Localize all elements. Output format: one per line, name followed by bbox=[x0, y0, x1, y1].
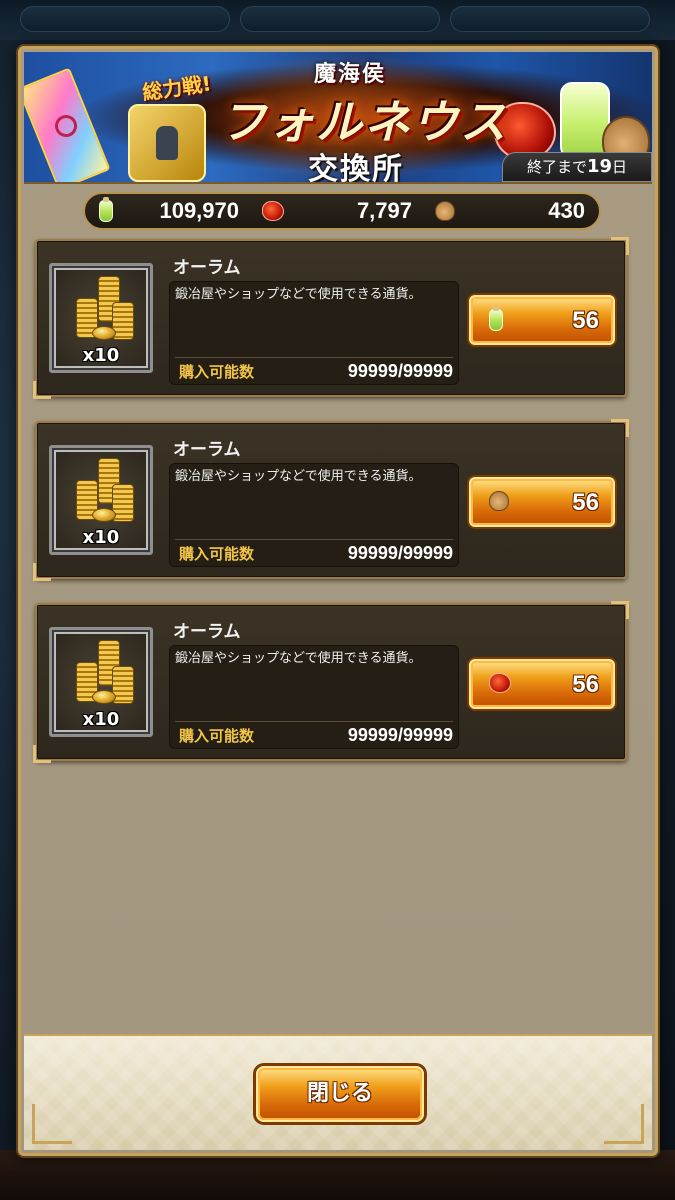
item-icon-gold-coins[interactable]: x10 bbox=[49, 627, 153, 737]
purchase-limit-label: 購入可能数 bbox=[179, 545, 255, 563]
exchange-cost: 56 bbox=[572, 307, 599, 334]
corner-ornament bbox=[33, 563, 51, 581]
corner-ornament bbox=[32, 1104, 72, 1144]
item-quantity: x10 bbox=[82, 527, 120, 548]
item-name: オーラム bbox=[173, 258, 241, 278]
item-quantity: x10 bbox=[82, 345, 120, 366]
item-name: オーラム bbox=[173, 622, 241, 642]
currency-bottle: 109,970 bbox=[99, 196, 239, 226]
corner-ornament bbox=[611, 419, 629, 437]
purchase-limit-value: 99999/99999 bbox=[347, 725, 453, 745]
item-icon-gold-coins[interactable]: x10 bbox=[49, 445, 153, 555]
item-description: 鍛冶屋やショップなどで使用できる通貨。 bbox=[175, 651, 422, 666]
purchase-limit-value: 99999/99999 bbox=[347, 361, 453, 381]
currency-red-stone: 7,797 bbox=[262, 196, 412, 226]
days-remaining-suffix: 日 bbox=[612, 158, 628, 176]
banner-subtitle: 交換所 bbox=[308, 152, 404, 184]
gold-coins-icon bbox=[70, 458, 140, 530]
corner-ornament bbox=[604, 1104, 644, 1144]
banner-title-small: 魔海侯 bbox=[314, 62, 387, 87]
purchase-limit-value: 99999/99999 bbox=[347, 543, 453, 563]
divider bbox=[175, 357, 453, 358]
background-status-bar bbox=[0, 0, 675, 40]
days-remaining-prefix: 終了まで bbox=[526, 158, 587, 176]
list-item: x10 オーラム 鍛冶屋やショップなどで使用できる通貨。 購入可能数 99999… bbox=[33, 419, 629, 581]
currency-value: 7,797 bbox=[356, 198, 412, 223]
dialog-footer: 閉じる bbox=[24, 1034, 652, 1150]
red-stone-icon bbox=[262, 201, 284, 221]
rainbow-card-art bbox=[24, 67, 111, 182]
item-name: オーラム bbox=[173, 440, 241, 460]
background-pill bbox=[240, 6, 440, 32]
armor-item-art bbox=[128, 104, 206, 182]
currency-pouch: 430 bbox=[435, 196, 585, 226]
days-remaining-value: 19 bbox=[586, 156, 613, 177]
purchase-limit-label: 購入可能数 bbox=[179, 727, 255, 745]
corner-ornament bbox=[611, 601, 629, 619]
banner-title: フォルネウス bbox=[220, 95, 508, 149]
currency-value: 430 bbox=[548, 198, 585, 223]
exchange-cost: 56 bbox=[572, 671, 599, 698]
corner-ornament bbox=[611, 237, 629, 255]
event-banner: 総力戦! 魔海侯 フォルネウス 交換所 終了まで19日 bbox=[24, 52, 652, 184]
bottle-icon bbox=[489, 306, 503, 331]
item-description-box: 鍛冶屋やショップなどで使用できる通貨。 購入可能数 99999/99999 bbox=[169, 645, 459, 749]
background-bottom-bar bbox=[0, 1150, 675, 1200]
red-stone-icon bbox=[489, 673, 511, 693]
exchange-cost: 56 bbox=[572, 489, 599, 516]
gold-coins-icon bbox=[70, 276, 140, 348]
item-icon-gold-coins[interactable]: x10 bbox=[49, 263, 153, 373]
pouch-icon bbox=[435, 201, 455, 221]
pouch-icon bbox=[489, 491, 509, 511]
list-item: x10 オーラム 鍛冶屋やショップなどで使用できる通貨。 購入可能数 99999… bbox=[33, 601, 629, 763]
days-remaining-badge: 終了まで19日 bbox=[502, 152, 652, 182]
bottle-icon bbox=[99, 197, 113, 222]
exchange-item-list: x10 オーラム 鍛冶屋やショップなどで使用できる通貨。 購入可能数 99999… bbox=[33, 237, 629, 785]
item-description: 鍛冶屋やショップなどで使用できる通貨。 bbox=[175, 287, 422, 302]
item-description: 鍛冶屋やショップなどで使用できる通貨。 bbox=[175, 469, 422, 484]
exchange-button[interactable]: 56 bbox=[469, 477, 615, 527]
item-description-box: 鍛冶屋やショップなどで使用できる通貨。 購入可能数 99999/99999 bbox=[169, 463, 459, 567]
exchange-button[interactable]: 56 bbox=[469, 659, 615, 709]
corner-ornament bbox=[33, 381, 51, 399]
gold-coins-icon bbox=[70, 640, 140, 712]
purchase-limit-label: 購入可能数 bbox=[179, 363, 255, 381]
currency-value: 109,970 bbox=[159, 198, 239, 223]
list-item: x10 オーラム 鍛冶屋やショップなどで使用できる通貨。 購入可能数 99999… bbox=[33, 237, 629, 399]
exchange-button[interactable]: 56 bbox=[469, 295, 615, 345]
close-button[interactable]: 閉じる bbox=[256, 1066, 424, 1122]
item-description-box: 鍛冶屋やショップなどで使用できる通貨。 購入可能数 99999/99999 bbox=[169, 281, 459, 385]
divider bbox=[175, 721, 453, 722]
exchange-dialog: 総力戦! 魔海侯 フォルネウス 交換所 終了まで19日 109,970 7,79… bbox=[18, 46, 658, 1156]
corner-ornament bbox=[33, 745, 51, 763]
background-pill bbox=[20, 6, 230, 32]
currency-bar: 109,970 7,797 430 bbox=[83, 192, 601, 230]
divider bbox=[175, 539, 453, 540]
background-pill bbox=[450, 6, 650, 32]
item-quantity: x10 bbox=[82, 709, 120, 730]
